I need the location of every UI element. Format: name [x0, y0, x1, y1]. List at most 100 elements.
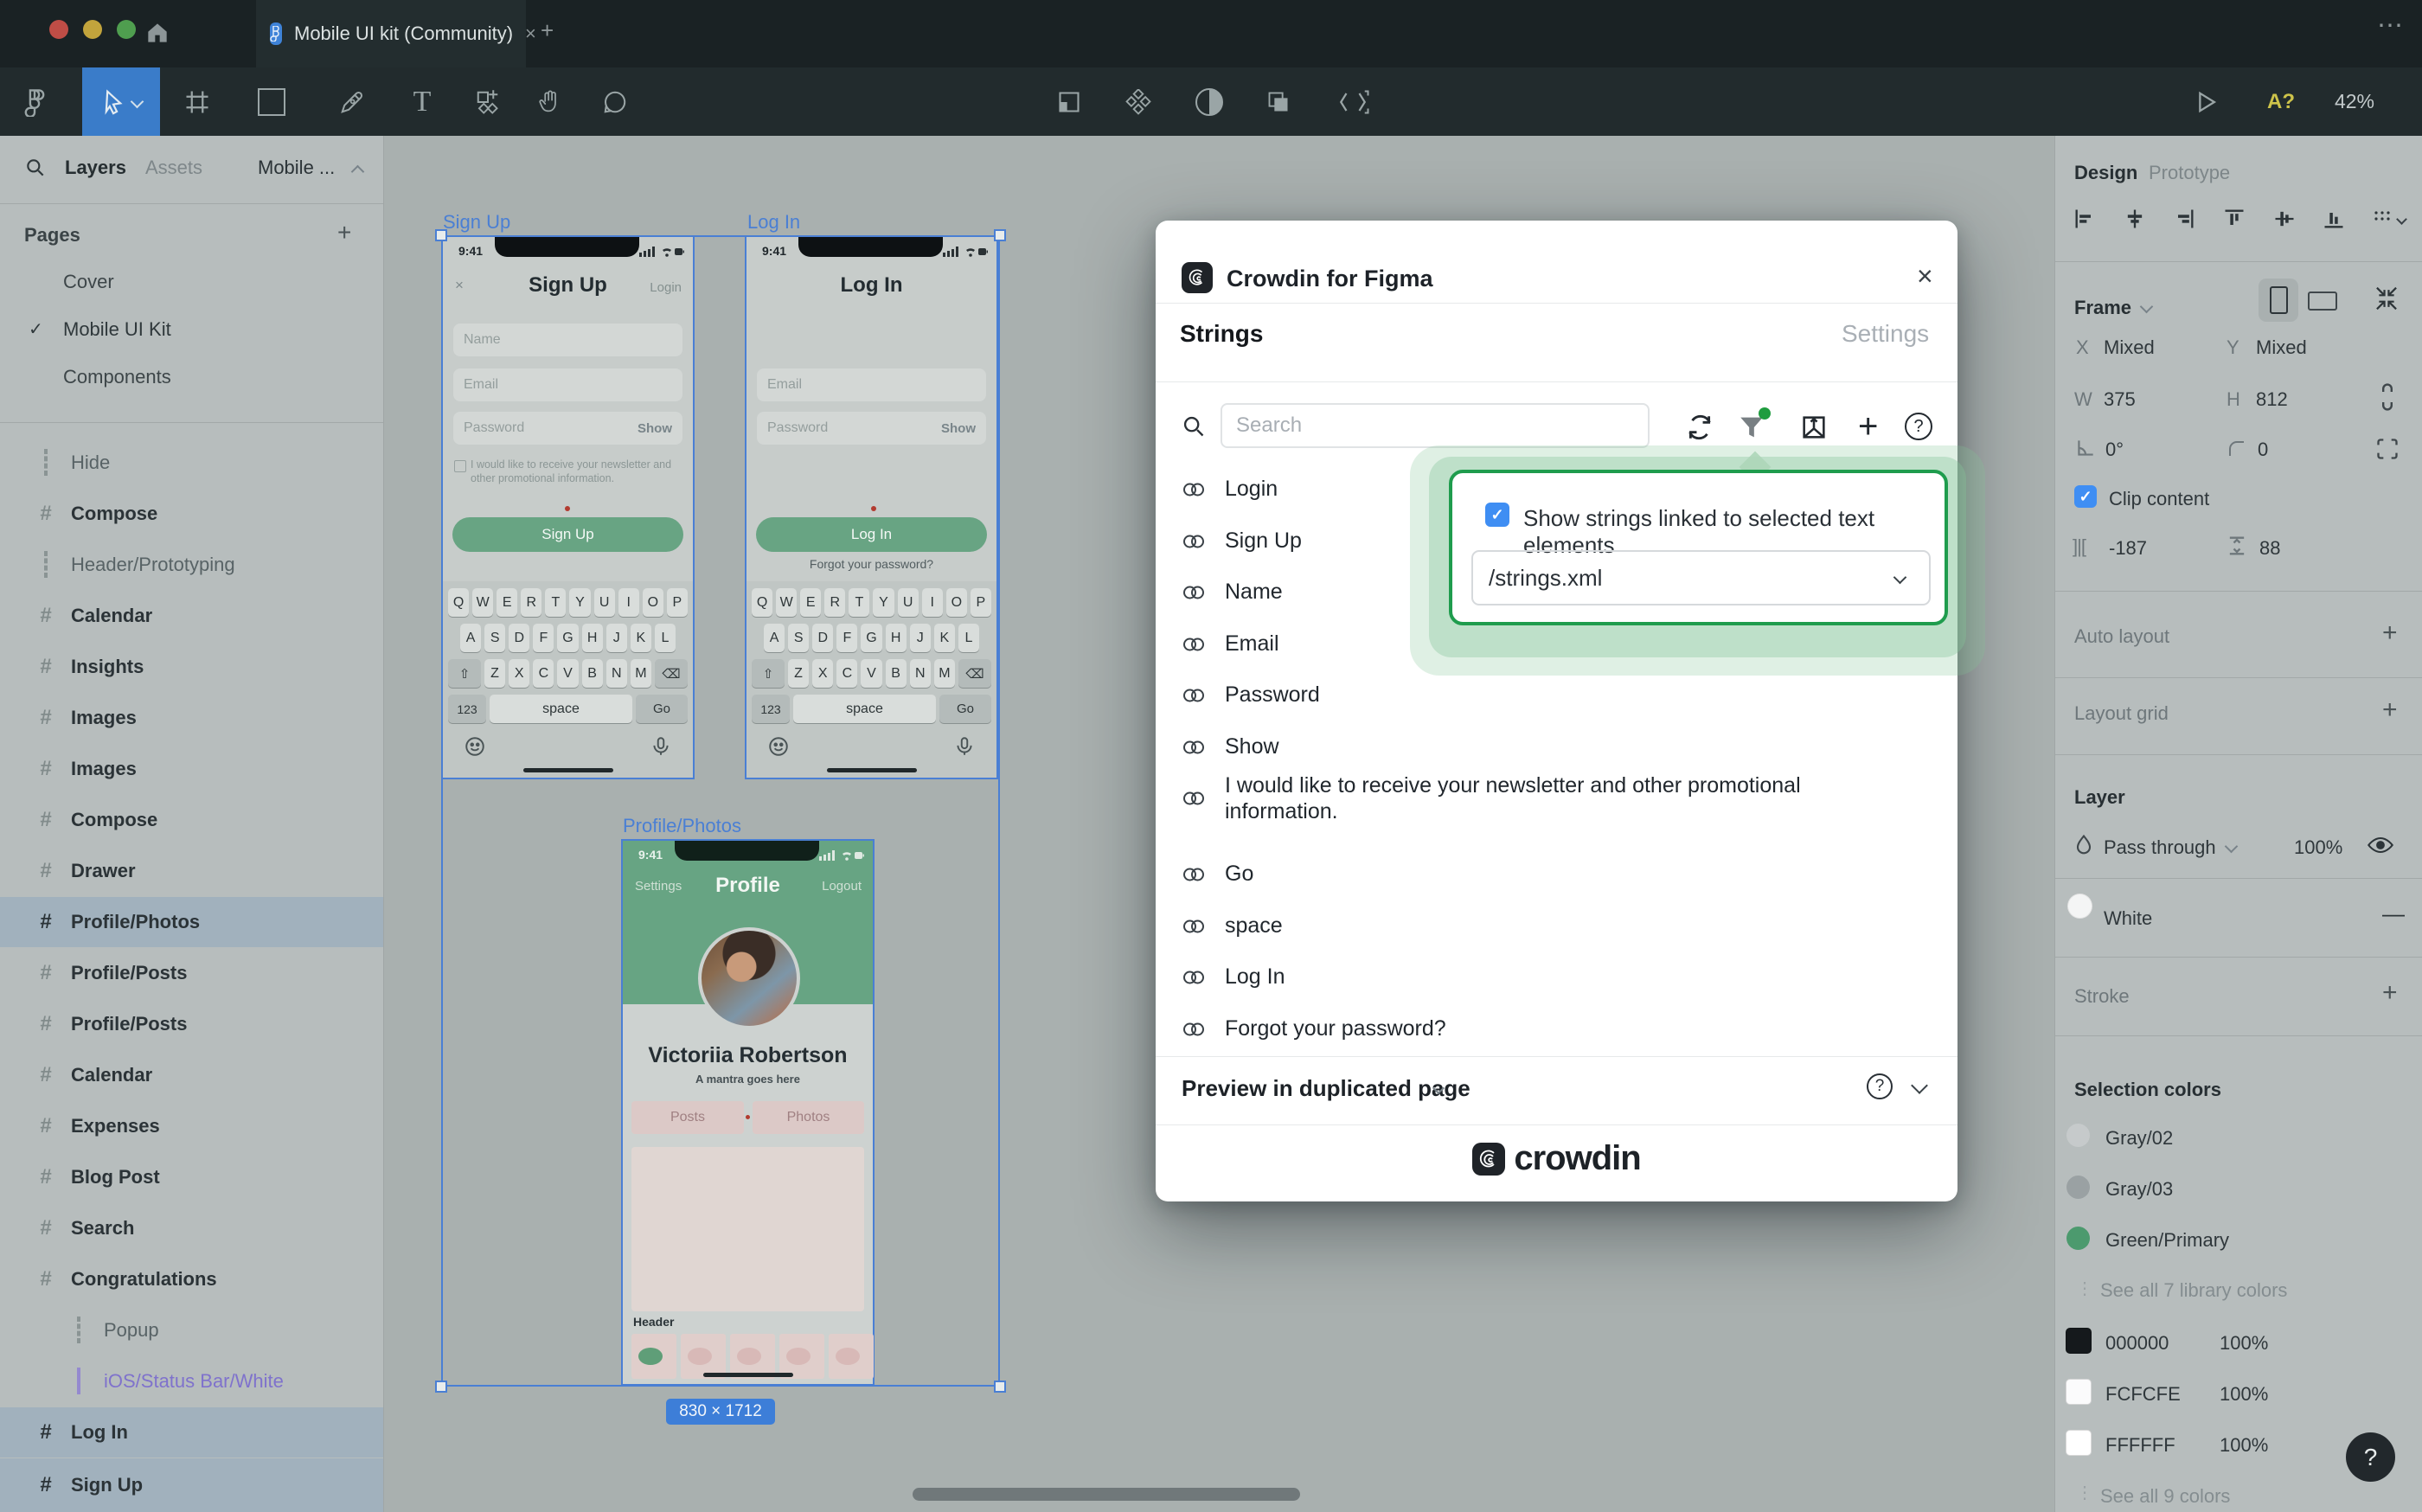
frame-section-header[interactable]: Frame — [2074, 297, 2131, 319]
key[interactable]: ⇧ — [752, 659, 785, 688]
color-swatch[interactable] — [2066, 1124, 2090, 1147]
key[interactable]: J — [606, 624, 627, 652]
boolean-ops-icon[interactable] — [1259, 67, 1298, 136]
text-tool-icon[interactable]: T — [403, 67, 441, 136]
component-set-icon[interactable] — [1119, 67, 1157, 136]
key[interactable]: ⌫ — [655, 659, 688, 688]
filter-icon[interactable] — [1737, 413, 1766, 442]
layer-row[interactable]: #Calendar — [0, 591, 383, 641]
string-row[interactable]: Password — [1182, 682, 1320, 708]
key[interactable]: F — [836, 624, 857, 652]
figma-help-button[interactable]: ? — [2346, 1432, 2395, 1482]
key[interactable]: A — [460, 624, 481, 652]
dev-resources-icon[interactable] — [1325, 67, 1381, 136]
key[interactable]: W — [472, 588, 493, 617]
add-auto-layout-icon[interactable]: + — [2382, 618, 2398, 648]
key[interactable]: F — [533, 624, 554, 652]
layer-row[interactable]: Hide — [0, 438, 383, 488]
key[interactable]: H — [886, 624, 907, 652]
layer-row[interactable]: #Images — [0, 693, 383, 743]
signup-button[interactable]: Sign Up — [452, 517, 683, 552]
key[interactable]: Q — [752, 588, 772, 617]
layer-row[interactable]: Header/Prototyping — [0, 540, 383, 590]
key[interactable]: D — [509, 624, 529, 652]
string-row[interactable]: Login — [1182, 477, 1278, 502]
key[interactable]: M — [631, 659, 651, 688]
remove-fill-icon[interactable]: — — [2382, 900, 2405, 927]
key[interactable]: E — [800, 588, 821, 617]
password-field[interactable]: Password Show — [757, 412, 986, 445]
key[interactable]: U — [594, 588, 615, 617]
preview-help-icon[interactable]: ? — [1867, 1073, 1893, 1099]
selection-handle[interactable] — [994, 229, 1006, 241]
show-password-link[interactable]: Show — [638, 421, 672, 436]
layer-row[interactable]: #Images — [0, 744, 383, 794]
key[interactable]: U — [898, 588, 919, 617]
email-field[interactable]: Email — [453, 368, 682, 401]
tab-close-icon[interactable]: × — [525, 22, 536, 45]
hex-opacity[interactable]: 100% — [2220, 1332, 2268, 1355]
color-name[interactable]: Green/Primary — [2105, 1229, 2229, 1252]
hex-value[interactable]: 000000 — [2105, 1332, 2169, 1355]
help-icon[interactable]: ? — [1905, 413, 1932, 440]
ios-keyboard[interactable]: QWERTYUIOPASDFGHJKL⇧ZXCVBNM⌫123spaceGo — [443, 581, 693, 778]
gap-vertical-value[interactable]: 88 — [2259, 537, 2280, 560]
rotation-value[interactable]: 0° — [2105, 439, 2124, 461]
key[interactable]: Z — [788, 659, 809, 688]
new-tab-icon[interactable]: + — [541, 17, 554, 44]
key[interactable]: C — [533, 659, 554, 688]
key[interactable]: ⌫ — [958, 659, 991, 688]
page-item[interactable]: Cover — [0, 258, 383, 305]
x-value[interactable]: Mixed — [2104, 336, 2155, 359]
show-password-link[interactable]: Show — [941, 421, 976, 436]
see-all-colors-link[interactable]: See all 9 colors — [2100, 1485, 2230, 1508]
selection-handle[interactable] — [435, 1381, 447, 1393]
add-page-icon[interactable]: + — [337, 219, 351, 247]
key[interactable]: N — [910, 659, 931, 688]
selection-handle[interactable] — [435, 229, 447, 241]
string-row[interactable]: Forgot your password? — [1182, 1016, 1446, 1041]
key[interactable]: T — [849, 588, 869, 617]
clip-content-checkbox[interactable]: ✓ — [2074, 485, 2097, 508]
layer-row[interactable]: Popup — [0, 1305, 383, 1355]
frame-label-login[interactable]: Log In — [747, 211, 800, 234]
key[interactable]: Go — [939, 695, 991, 723]
key[interactable]: G — [861, 624, 881, 652]
collapse-frame-icon[interactable] — [2374, 285, 2400, 312]
login-button[interactable]: Log In — [756, 517, 987, 552]
string-row[interactable]: Go — [1182, 862, 1253, 887]
hex-value[interactable]: FCFCFE — [2105, 1383, 2181, 1406]
layer-row[interactable]: #Calendar — [0, 1050, 383, 1100]
string-row[interactable]: Show — [1182, 734, 1279, 759]
hex-opacity[interactable]: 100% — [2220, 1383, 2268, 1406]
string-row[interactable]: Log In — [1182, 964, 1285, 990]
strings-file-select[interactable]: /strings.xml — [1471, 550, 1931, 605]
edit-object-icon[interactable] — [1050, 67, 1088, 136]
key[interactable]: X — [509, 659, 529, 688]
hex-opacity[interactable]: 100% — [2220, 1434, 2268, 1457]
key[interactable]: S — [484, 624, 505, 652]
constrain-proportions-icon[interactable] — [2377, 381, 2398, 413]
key[interactable]: space — [490, 695, 632, 723]
move-tool-selected[interactable] — [82, 67, 160, 136]
comment-tool-icon[interactable] — [595, 67, 635, 136]
key[interactable]: ⇧ — [448, 659, 481, 688]
frame-tool-icon[interactable] — [177, 67, 217, 136]
search-input[interactable]: Search — [1221, 403, 1650, 448]
show-linked-checkbox[interactable]: ✓ — [1485, 503, 1509, 527]
password-field[interactable]: Password Show — [453, 412, 682, 445]
email-field[interactable]: Email — [757, 368, 986, 401]
align-right-icon[interactable] — [2172, 207, 2196, 231]
name-field[interactable]: Name — [453, 324, 682, 356]
key[interactable]: B — [582, 659, 603, 688]
portrait-orientation-button[interactable] — [2259, 279, 2298, 322]
tab-prototype[interactable]: Prototype — [2149, 162, 2230, 184]
profile-frame[interactable]: 9:41 Settings Profile Logout Victoriia R… — [621, 839, 875, 1386]
align-v-center-icon[interactable] — [2272, 207, 2297, 231]
mask-icon[interactable] — [1190, 67, 1228, 136]
layer-row-selected[interactable]: #Sign Up — [0, 1458, 383, 1512]
window-more-icon[interactable]: ⋯ — [2377, 10, 2403, 41]
color-swatch[interactable] — [2066, 1176, 2090, 1199]
ios-keyboard[interactable]: QWERTYUIOPASDFGHJKL⇧ZXCVBNM⌫123spaceGo — [746, 581, 996, 778]
key[interactable]: L — [958, 624, 979, 652]
